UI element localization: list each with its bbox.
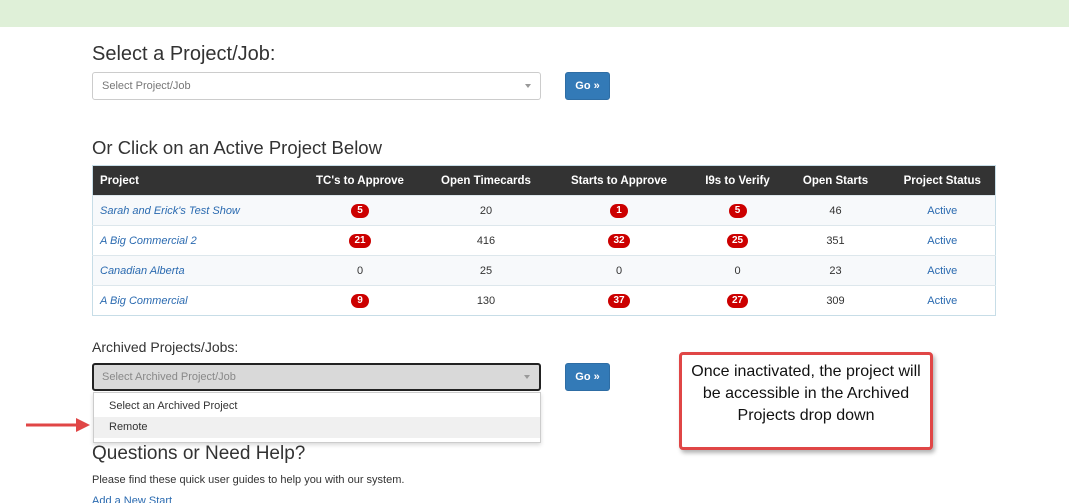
- project-select-placeholder: Select Project/Job: [102, 80, 191, 92]
- open-starts-cell: 351: [781, 225, 890, 256]
- starts-approve-badge[interactable]: 1: [610, 203, 628, 218]
- col-open-timecards: Open Timecards: [427, 165, 545, 196]
- help-text: Please find these quick user guides to h…: [92, 474, 405, 486]
- tc-approve-cell: 9: [292, 285, 428, 316]
- archived-select-placeholder: Select Archived Project/Job: [102, 371, 236, 383]
- tc-approve-badge[interactable]: 21: [349, 233, 371, 248]
- i9-verify-cell: 0: [693, 255, 782, 286]
- col-project-status: Project Status: [889, 165, 996, 196]
- tc-approve-cell: 0: [292, 255, 428, 286]
- project-select[interactable]: Select Project/Job: [92, 72, 541, 100]
- tc-approve-badge[interactable]: 9: [351, 293, 369, 308]
- i9-verify-badge[interactable]: 25: [726, 233, 749, 248]
- i9-verify-cell: 27: [693, 285, 782, 316]
- table-row: Canadian Alberta 0 25 0 0 23 Active: [92, 255, 996, 286]
- table-row: A Big Commercial 2 21 416 32 25 351 Active: [92, 225, 996, 256]
- help-heading: Questions or Need Help?: [92, 443, 306, 464]
- starts-approve-cell: 1: [544, 195, 694, 226]
- open-timecards-cell: 25: [427, 255, 545, 286]
- col-tc-approve: TC's to Approve: [292, 165, 428, 196]
- project-status-cell[interactable]: Active: [889, 285, 996, 316]
- project-status-cell[interactable]: Active: [889, 195, 996, 226]
- open-starts-cell: 23: [781, 255, 890, 286]
- open-starts-cell: 46: [781, 195, 890, 226]
- col-starts-approve: Starts to Approve: [544, 165, 694, 196]
- open-timecards-cell: 416: [427, 225, 545, 256]
- archived-dropdown-menu: Select an Archived Project Remote: [93, 392, 541, 443]
- open-starts-cell: 309: [781, 285, 890, 316]
- col-project: Project: [92, 165, 293, 196]
- chevron-down-icon: [525, 84, 531, 88]
- starts-approve-cell: 0: [544, 255, 694, 286]
- chevron-down-icon: [524, 375, 530, 379]
- archived-go-button[interactable]: Go »: [565, 363, 610, 391]
- project-name-cell[interactable]: A Big Commercial 2: [92, 225, 293, 256]
- top-banner: [0, 0, 1069, 27]
- dropdown-option-highlighted[interactable]: Remote: [94, 417, 540, 438]
- help-link[interactable]: Add a New Start: [92, 495, 172, 503]
- tc-approve-badge[interactable]: 5: [351, 203, 369, 218]
- project-name-cell[interactable]: Sarah and Erick's Test Show: [92, 195, 293, 226]
- col-i9-verify: I9s to Verify: [693, 165, 782, 196]
- project-status-cell[interactable]: Active: [889, 255, 996, 286]
- archived-heading: Archived Projects/Jobs:: [92, 339, 239, 355]
- starts-approve-cell: 32: [544, 225, 694, 256]
- starts-approve-badge[interactable]: 37: [608, 293, 630, 308]
- i9-verify-badge[interactable]: 5: [728, 203, 747, 218]
- tc-approve-cell: 21: [292, 225, 428, 256]
- project-name-cell[interactable]: A Big Commercial: [92, 285, 293, 316]
- active-projects-table: Project TC's to Approve Open Timecards S…: [92, 165, 996, 316]
- table-row: A Big Commercial 9 130 37 27 309 Active: [92, 285, 996, 316]
- archived-project-select[interactable]: Select Archived Project/Job: [92, 363, 541, 391]
- project-name-cell[interactable]: Canadian Alberta: [92, 255, 293, 286]
- i9-verify-cell: 25: [693, 225, 782, 256]
- col-open-starts: Open Starts: [781, 165, 890, 196]
- go-button[interactable]: Go »: [565, 72, 610, 100]
- i9-verify-cell: 5: [693, 195, 782, 226]
- open-timecards-cell: 20: [427, 195, 545, 226]
- tc-approve-cell: 5: [292, 195, 428, 226]
- starts-approve-badge[interactable]: 32: [608, 233, 630, 248]
- i9-verify-badge[interactable]: 27: [726, 293, 749, 308]
- table-header-row: Project TC's to Approve Open Timecards S…: [92, 165, 996, 196]
- select-project-heading: Select a Project/Job:: [92, 43, 276, 65]
- red-arrow-icon: [26, 418, 90, 432]
- dropdown-option[interactable]: Select an Archived Project: [94, 396, 540, 417]
- open-timecards-cell: 130: [427, 285, 545, 316]
- active-projects-heading: Or Click on an Active Project Below: [92, 137, 382, 158]
- starts-approve-cell: 37: [544, 285, 694, 316]
- project-status-cell[interactable]: Active: [889, 225, 996, 256]
- table-row: Sarah and Erick's Test Show 5 20 1 5 46 Active: [92, 195, 996, 226]
- annotation-callout: Once inactivated, the project will be ac…: [679, 352, 933, 450]
